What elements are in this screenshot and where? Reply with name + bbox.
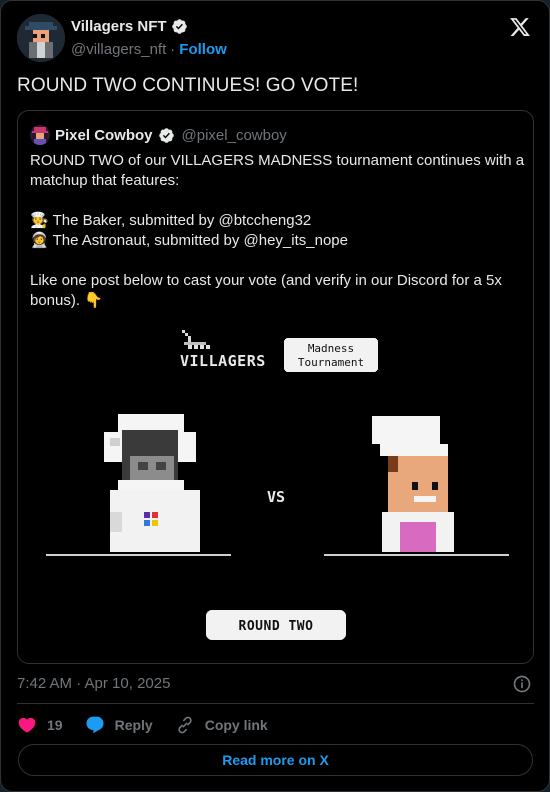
- reply-icon: [86, 716, 104, 734]
- like-button[interactable]: 19: [17, 715, 63, 735]
- author-name[interactable]: Villagers NFT: [71, 18, 167, 35]
- quote-body: ROUND TWO of our VILLAGERS MADNESS tourn…: [30, 151, 525, 311]
- heart-icon: [18, 717, 36, 733]
- divider: [17, 703, 534, 704]
- villager-avatar-icon: [17, 14, 65, 62]
- link-icon: [178, 716, 192, 734]
- info-icon[interactable]: [512, 674, 532, 694]
- separator-dot: ·: [170, 41, 176, 58]
- tweet-timestamp[interactable]: 7:42 AM · Apr 10, 2025: [17, 675, 170, 692]
- verified-badge-icon: [171, 19, 187, 34]
- copy-link-button[interactable]: Copy link: [175, 715, 268, 735]
- badge-line1: Madness: [308, 342, 354, 355]
- tweet-header: Villagers NFT @villagers_nft · Follow: [17, 14, 535, 62]
- villagers-logo-text: VILLAGERS: [180, 352, 266, 370]
- avatar[interactable]: [17, 14, 65, 62]
- right-platform-line: [324, 554, 509, 556]
- tweet-card: Villagers NFT @villagers_nft · Follow RO…: [0, 0, 550, 792]
- quoted-tweet[interactable]: Pixel Cowboy @pixel_cowboy ROUND TWO of …: [17, 110, 534, 664]
- verified-badge-icon: [158, 127, 174, 143]
- author-handle[interactable]: @villagers_nft: [71, 41, 166, 58]
- read-more-button[interactable]: Read more on X: [18, 744, 533, 776]
- round-two-text: ROUND TWO: [239, 619, 314, 634]
- tournament-graphic: VILLAGERS Madness Tournament VS ROUND TW…: [18, 322, 533, 663]
- like-count: 19: [47, 717, 63, 733]
- left-platform-line: [46, 554, 231, 556]
- quote-line-baker: 🧑‍🍳 The Baker, submitted by @btccheng32: [30, 212, 312, 229]
- x-logo-icon[interactable]: [509, 16, 531, 38]
- reply-label: Reply: [114, 717, 153, 733]
- tournament-image[interactable]: VILLAGERS Madness Tournament VS ROUND TW…: [18, 322, 533, 663]
- copy-link-label: Copy link: [204, 717, 268, 733]
- badge-line2: Tournament: [298, 356, 364, 369]
- vs-text: VS: [267, 488, 285, 506]
- action-bar: 19 Reply Copy link: [17, 713, 290, 737]
- quote-author-name[interactable]: Pixel Cowboy: [55, 127, 153, 144]
- tweet-text: ROUND TWO CONTINUES! GO VOTE!: [17, 75, 359, 96]
- cowboy-avatar-icon: [30, 125, 50, 145]
- quote-line-intro: ROUND TWO of our VILLAGERS MADNESS tourn…: [30, 152, 525, 189]
- quote-line-cta: Like one post below to cast your vote (a…: [30, 272, 502, 309]
- quote-avatar[interactable]: [30, 125, 50, 145]
- follow-button[interactable]: Follow: [179, 41, 227, 58]
- reply-button[interactable]: Reply: [85, 715, 153, 735]
- quote-line-astronaut: 🧑‍🚀 The Astronaut, submitted by @hey_its…: [30, 232, 348, 249]
- quote-author-handle[interactable]: @pixel_cowboy: [182, 127, 287, 144]
